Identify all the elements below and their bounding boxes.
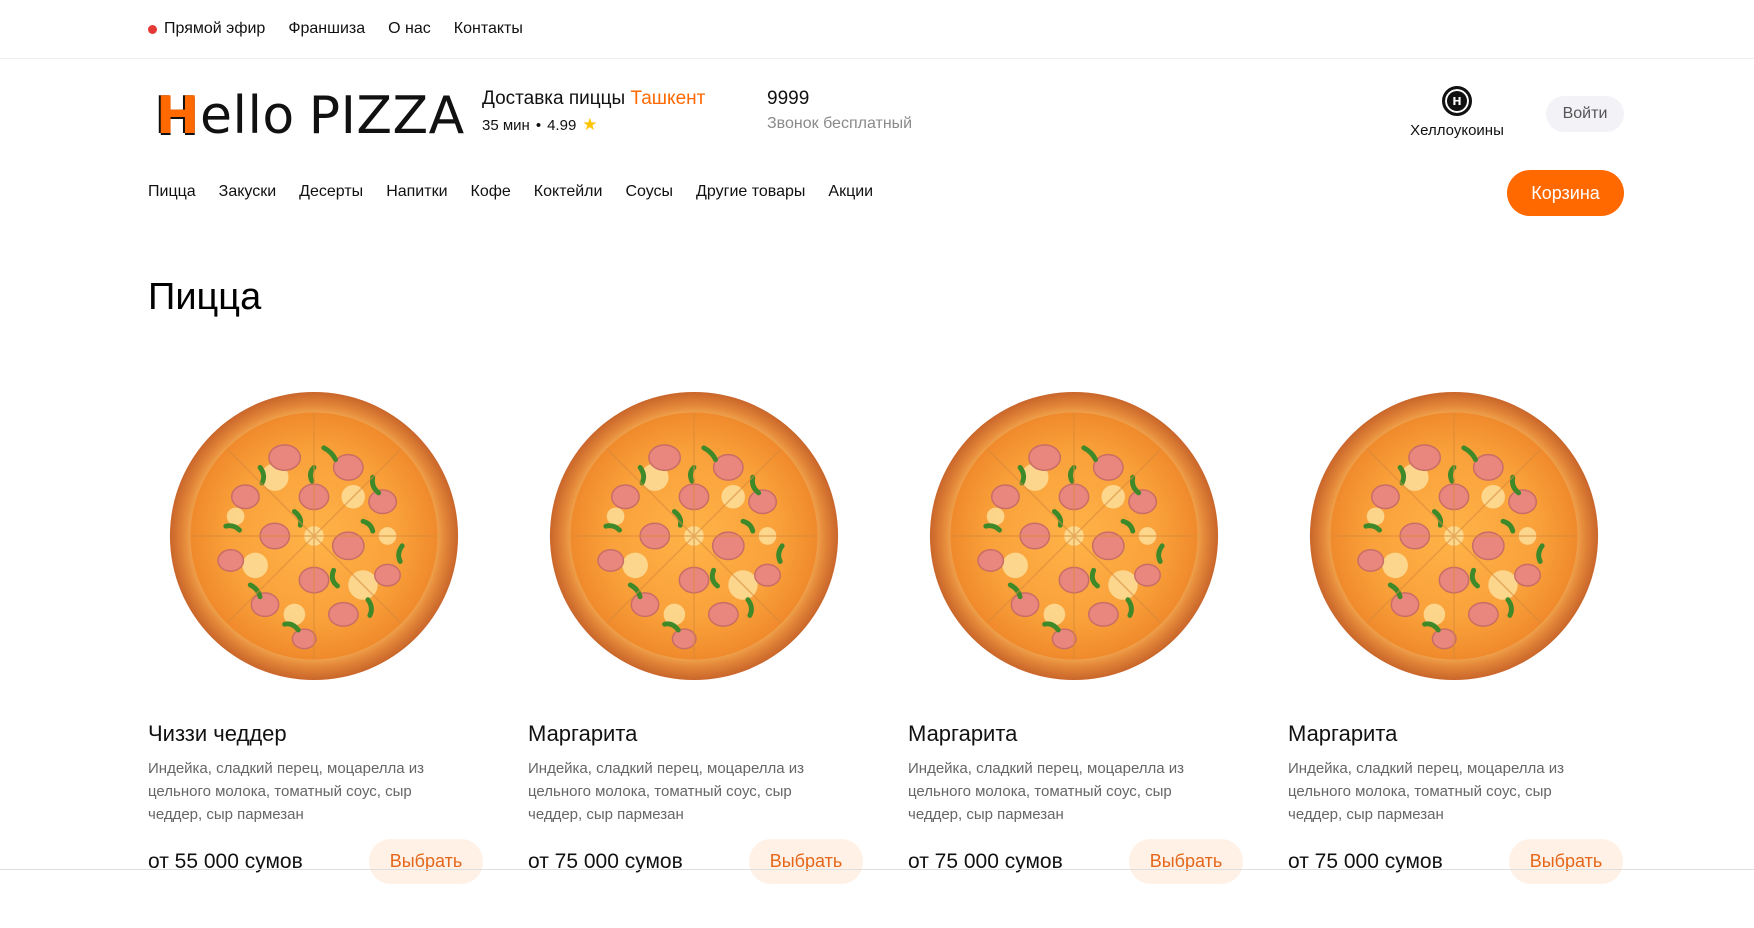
- product-description: Индейка, сладкий перец, моцарелла из цел…: [1288, 760, 1565, 823]
- franchise-link[interactable]: Франшиза: [288, 20, 365, 38]
- choose-button[interactable]: Выбрать: [369, 839, 483, 884]
- delivery-time: 35 мин: [482, 116, 530, 134]
- delivery-label: Доставка пиццы: [482, 88, 626, 109]
- section-title: Пицца: [148, 276, 262, 318]
- product-price: от 75 000 сумов: [528, 850, 683, 873]
- logo-h-letter: H: [156, 86, 201, 146]
- product-title: Маргарита: [528, 721, 638, 746]
- top-bar: Прямой эфир Франшиза О нас Контакты: [0, 0, 1754, 59]
- nav-item-snacks[interactable]: Закуски: [219, 183, 277, 201]
- product-price: от 75 000 сумов: [908, 850, 1063, 873]
- product-card[interactable]: Чиззи чеддер Индейка, сладкий перец, моц…: [148, 385, 483, 905]
- delivery-info: Доставка пиццы Ташкент 35 мин • 4.99 ★: [482, 87, 705, 135]
- pizza-image[interactable]: [927, 389, 1221, 683]
- category-nav: Пицца Закуски Десерты Напитки Кофе Кокте…: [148, 183, 873, 201]
- phone-info: 9999 Звонок бесплатный: [767, 87, 912, 133]
- cart-button[interactable]: Корзина: [1507, 170, 1624, 216]
- nav-item-coffee[interactable]: Кофе: [471, 183, 511, 201]
- product-description: Индейка, сладкий перец, моцарелла из цел…: [148, 760, 425, 823]
- hellocoins-label: Хеллоукоины: [1410, 122, 1504, 139]
- product-title: Маргарита: [908, 721, 1018, 746]
- nav-item-sauces[interactable]: Соусы: [625, 183, 673, 201]
- rating-value: 4.99: [547, 116, 577, 134]
- separator-dot: •: [535, 116, 542, 134]
- product-price: от 55 000 сумов: [148, 850, 303, 873]
- product-card[interactable]: Маргарита Индейка, сладкий перец, моцаре…: [1288, 385, 1623, 905]
- product-list: Чиззи чеддер Индейка, сладкий перец, моц…: [148, 385, 1623, 905]
- choose-button[interactable]: Выбрать: [1129, 839, 1243, 884]
- phone-number[interactable]: 9999: [767, 87, 912, 111]
- phone-note: Звонок бесплатный: [767, 115, 913, 132]
- about-link[interactable]: О нас: [388, 20, 431, 38]
- star-icon: ★: [582, 115, 598, 134]
- svg-text:H: H: [1452, 95, 1461, 108]
- contacts-link[interactable]: Контакты: [454, 20, 523, 38]
- live-dot-icon: [148, 24, 157, 34]
- nav-item-pizza[interactable]: Пицца: [148, 183, 196, 201]
- product-card[interactable]: Маргарита Индейка, сладкий перец, моцаре…: [528, 385, 863, 905]
- city-selector[interactable]: Ташкент: [630, 88, 705, 109]
- live-stream-label: Прямой эфир: [164, 20, 266, 37]
- logo-pizza: PIZZA: [308, 86, 465, 146]
- divider: [0, 869, 1754, 870]
- logo-ello: ello: [200, 86, 295, 146]
- logo[interactable]: Hello PIZZA: [156, 86, 465, 146]
- pizza-image[interactable]: [1307, 389, 1601, 683]
- delivery-meta: 35 мин • 4.99 ★: [482, 115, 705, 135]
- hellocoins-link[interactable]: H Хеллоукоины: [1405, 86, 1509, 139]
- pizza-image[interactable]: [547, 389, 841, 683]
- choose-button[interactable]: Выбрать: [749, 839, 863, 884]
- nav-item-drinks[interactable]: Напитки: [386, 183, 447, 201]
- nav-item-other-goods[interactable]: Другие товары: [696, 183, 805, 201]
- coin-icon: H: [1442, 86, 1472, 116]
- product-card[interactable]: Маргарита Индейка, сладкий перец, моцаре…: [908, 385, 1243, 905]
- pizza-image[interactable]: [167, 389, 461, 683]
- product-title: Чиззи чеддер: [148, 721, 287, 746]
- product-title: Маргарита: [1288, 721, 1398, 746]
- choose-button[interactable]: Выбрать: [1509, 839, 1623, 884]
- delivery-title: Доставка пиццы Ташкент: [482, 87, 705, 111]
- nav-item-desserts[interactable]: Десерты: [299, 183, 363, 201]
- product-description: Индейка, сладкий перец, моцарелла из цел…: [908, 760, 1185, 823]
- product-description: Индейка, сладкий перец, моцарелла из цел…: [528, 760, 805, 823]
- top-bar-links: Прямой эфир Франшиза О нас Контакты: [148, 20, 523, 38]
- nav-item-promotions[interactable]: Акции: [828, 183, 873, 201]
- login-button[interactable]: Войти: [1546, 96, 1624, 132]
- live-stream-link[interactable]: Прямой эфир: [148, 20, 265, 38]
- nav-item-cocktails[interactable]: Коктейли: [534, 183, 603, 201]
- product-price: от 75 000 сумов: [1288, 850, 1443, 873]
